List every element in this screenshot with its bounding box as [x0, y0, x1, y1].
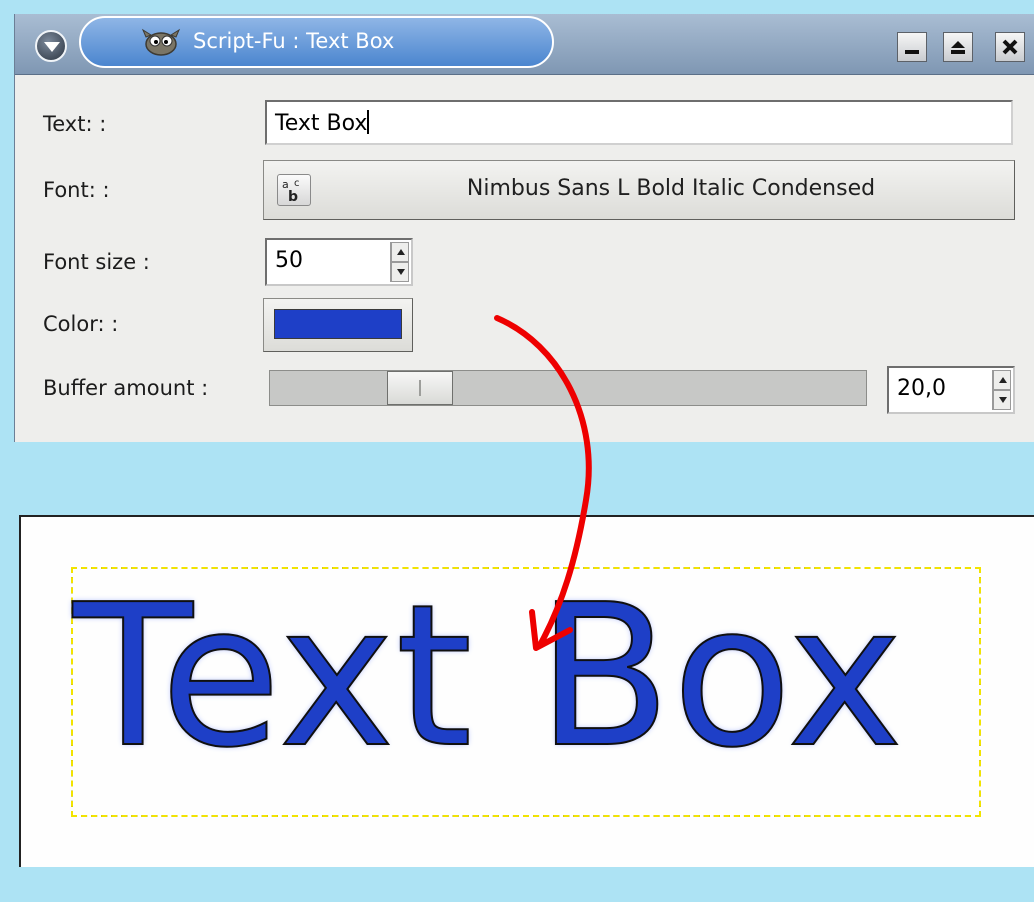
font-size-value: 50 — [275, 248, 303, 273]
text-input[interactable]: Text Box — [265, 100, 1013, 145]
font-size-spin-arrows — [390, 242, 409, 282]
arrow-up-icon — [999, 377, 1007, 383]
font-size-spinner[interactable]: 50 — [265, 238, 413, 286]
maximize-button[interactable] — [943, 32, 973, 62]
buffer-amount-spinner[interactable]: 20,0 — [887, 366, 1015, 414]
text-label: Text: : — [43, 112, 107, 136]
color-swatch — [274, 309, 402, 339]
buffer-amount-slider[interactable] — [269, 370, 867, 406]
minimize-icon — [905, 50, 919, 54]
buffer-decrement[interactable] — [993, 390, 1011, 410]
font-size-decrement[interactable] — [391, 262, 409, 282]
slider-handle[interactable] — [387, 371, 453, 405]
window-menu-button[interactable] — [35, 30, 67, 62]
chevron-down-icon — [44, 42, 60, 52]
font-select-button[interactable]: a c b Nimbus Sans L Bold Italic Condense… — [263, 160, 1015, 220]
buffer-spin-arrows — [992, 370, 1011, 410]
buffer-increment[interactable] — [993, 370, 1011, 390]
minimize-button[interactable] — [897, 32, 927, 62]
buffer-amount-label: Buffer amount : — [43, 376, 209, 400]
arrow-down-icon — [999, 397, 1007, 403]
arrow-down-icon — [397, 269, 405, 275]
font-label: Font: : — [43, 178, 110, 202]
font-size-increment[interactable] — [391, 242, 409, 262]
slider-grip — [419, 380, 421, 396]
close-icon — [1002, 39, 1018, 55]
color-button[interactable] — [263, 298, 413, 352]
script-fu-dialog: Script-Fu : Text Box Text: : Text Box Fo… — [14, 14, 1034, 442]
arrow-up-icon — [397, 249, 405, 255]
color-label: Color: : — [43, 312, 119, 336]
title-bar[interactable]: Script-Fu : Text Box — [15, 14, 1034, 75]
image-canvas[interactable]: Text Box — [19, 515, 1034, 867]
buffer-amount-value: 20,0 — [897, 376, 946, 401]
maximize-icon — [951, 41, 965, 54]
gimp-icon — [141, 28, 181, 56]
window-title: Script-Fu : Text Box — [193, 29, 395, 53]
text-caret — [367, 110, 370, 134]
text-input-value: Text Box — [275, 111, 368, 136]
rendered-text: Text Box — [72, 563, 905, 791]
font-size-label: Font size : — [43, 250, 150, 274]
title-tab: Script-Fu : Text Box — [79, 16, 554, 68]
font-name: Nimbus Sans L Bold Italic Condensed — [466, 176, 876, 201]
close-button[interactable] — [995, 32, 1025, 62]
